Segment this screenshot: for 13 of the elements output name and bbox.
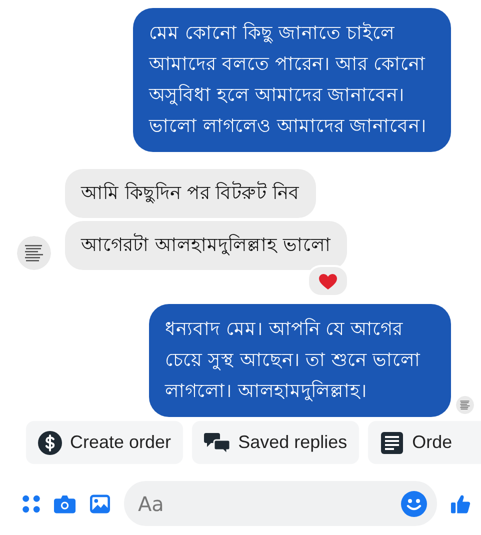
emoji-icon[interactable] <box>401 491 427 517</box>
message-bubble: আমি কিছুদিন পর বিটরুট নিব <box>65 169 316 218</box>
message-field[interactable]: Aa <box>124 481 437 526</box>
dollar-icon <box>38 430 62 454</box>
message-bubble: মেম কোনো কিছু জানাতে চাইলে আমাদের বলতে পারেন। আর কোনো অসুবিধা হলে আমাদের জানাবেন। ভালো লাগলেও আমাদের জানাবেন। <box>133 8 451 152</box>
quick-reply-button[interactable]: Orde <box>368 421 481 464</box>
heart-icon <box>318 274 337 290</box>
message-bubble: ধন্যবাদ মেম। আপনি যে আগের চেয়ে সুস্থ আছেন। তা শুনে ভালো লাগলো। আলহামদুলিল্লাহ। <box>149 304 451 417</box>
quick-reply-button[interactable]: Saved replies <box>192 421 360 464</box>
chat-bubbles-icon <box>204 430 230 454</box>
list-icon <box>380 430 404 454</box>
message-bubble: আগেরটা আলহামদুলিল্লাহ ভালো <box>65 221 347 270</box>
quick-reply-button[interactable]: Create order <box>26 421 184 464</box>
